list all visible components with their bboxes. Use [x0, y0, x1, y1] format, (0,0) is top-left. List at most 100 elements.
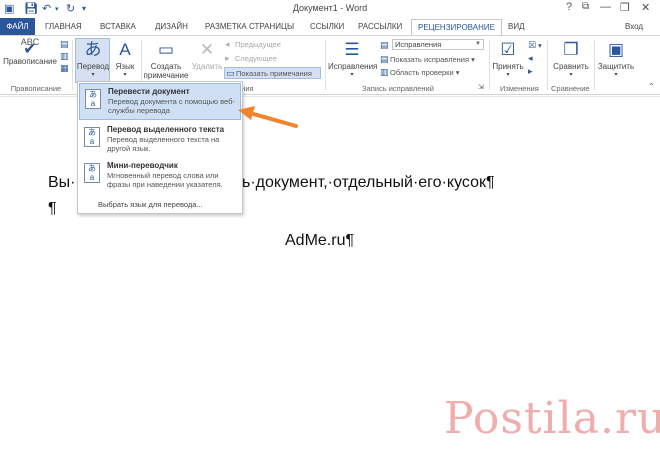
protect-button[interactable]: ▣ Защитить ▾: [596, 40, 636, 80]
compare-icon: ❐: [563, 40, 579, 59]
compare-dropdown-icon: ▾: [569, 72, 573, 78]
new-comment-label-1: Создать: [150, 62, 182, 71]
translate-dropdown-menu: あa Перевести документ Перевод документа …: [77, 81, 243, 214]
language-dropdown-icon: ▾: [123, 72, 127, 78]
protect-dropdown-icon: ▾: [614, 72, 618, 78]
tab-design[interactable]: ДИЗАЙН: [155, 19, 188, 35]
delete-comment-button[interactable]: ✕ Удалить: [191, 40, 223, 71]
menu-item-choose-language[interactable]: Выбрать язык для перевода...: [98, 200, 203, 209]
document-line-3: AdMe.ru¶: [285, 232, 355, 249]
reject-icon: ☒: [528, 40, 537, 50]
spelling-label: Правописание: [3, 57, 57, 66]
title-bar: ▣ 💾︎ ↶ ▾ ↻ ▾ Документ1 - Word ? ⧉ — ❐ ✕: [0, 0, 660, 18]
tab-file[interactable]: ФАЙЛ: [0, 18, 35, 35]
show-comments-button[interactable]: ▭Показать примечания: [226, 68, 312, 79]
group-separator: [489, 40, 490, 90]
reject-button[interactable]: ☒ ▾: [528, 40, 542, 51]
define-icon[interactable]: ▤: [60, 39, 70, 50]
compare-button[interactable]: ❐ Сравнить ▾: [550, 40, 592, 80]
show-markup-icon: ▤: [380, 54, 389, 64]
sign-in-link[interactable]: Вход: [625, 19, 643, 35]
next-comment-button[interactable]: ▸ Следующее: [225, 53, 277, 64]
menu-item-title: Перевод выделенного текста: [107, 125, 225, 134]
track-changes-dropdown-icon: ▾: [350, 72, 354, 78]
menu-item-translate-document[interactable]: あa Перевести документ Перевод документа …: [79, 83, 241, 120]
group-separator: [325, 40, 326, 90]
accept-dropdown-icon: ▾: [506, 72, 510, 78]
window-title: Документ1 - Word: [292, 3, 368, 13]
reviewing-pane-button[interactable]: ▥Область проверки ▾: [380, 67, 460, 78]
language-button[interactable]: A Язык ▾: [112, 40, 138, 80]
new-comment-button[interactable]: ▭ Создать примечание: [143, 40, 189, 80]
group-label-changes: Изменения: [500, 84, 539, 93]
previous-comment-button[interactable]: ◂ Предыдущее: [225, 39, 281, 50]
menu-item-title: Мини-переводчик: [107, 161, 178, 170]
tab-mailings[interactable]: РАССЫЛКИ: [358, 19, 402, 35]
annotation-arrow-icon: [238, 106, 298, 128]
previous-change-icon: ◂: [528, 53, 533, 63]
next-icon: ▸: [225, 53, 230, 63]
group-separator: [72, 40, 73, 90]
track-changes-button[interactable]: ☰ Исправления ▾: [328, 40, 378, 80]
postila-watermark: Postila.ru: [444, 393, 660, 444]
translate-document-icon: あa: [85, 89, 101, 109]
group-separator: [547, 40, 548, 90]
document-line-2: ¶: [48, 200, 57, 217]
menu-item-mini-translator[interactable]: あa Мини-переводчик Мгновенный перевод сл…: [79, 158, 241, 195]
accept-button[interactable]: ☑ Принять ▾: [491, 40, 525, 80]
tab-references[interactable]: ССЫЛКИ: [310, 19, 344, 35]
document-line-1-suffix: ь·документ,·отдельный·его·кусок¶: [242, 174, 495, 191]
tab-review[interactable]: РЕЦЕНЗИРОВАНИЕ: [411, 19, 502, 36]
protect-label: Защитить: [597, 62, 635, 71]
tab-insert[interactable]: ВСТАВКА: [100, 19, 136, 35]
delete-comment-icon: ✕: [199, 40, 215, 59]
new-comment-label-2: примечание: [143, 71, 189, 80]
language-icon: A: [119, 40, 131, 59]
translate-dropdown-icon: ▾: [91, 72, 95, 78]
translate-icon: あ: [84, 40, 102, 59]
group-separator: [594, 40, 595, 90]
close-button[interactable]: ✕: [641, 1, 650, 14]
menu-item-description: Перевод документа с помощью веб-службы п…: [108, 97, 235, 115]
display-for-review-select[interactable]: Исправления ▼: [392, 39, 484, 50]
menu-item-title: Перевести документ: [108, 87, 190, 96]
collapse-ribbon-icon[interactable]: ⌃: [648, 82, 655, 92]
next-change-button[interactable]: ▸: [528, 66, 538, 77]
next-change-icon: ▸: [528, 66, 533, 76]
tab-view[interactable]: ВИД: [508, 19, 525, 35]
show-comments-icon: ▭: [226, 68, 235, 78]
translate-button[interactable]: あ Перевод ▾: [76, 40, 110, 80]
show-markup-button[interactable]: ▤Показать исправления ▾: [380, 54, 475, 65]
ribbon-tabs: ФАЙЛ ГЛАВНАЯ ВСТАВКА ДИЗАЙН РАЗМЕТКА СТР…: [0, 18, 660, 36]
spelling-button[interactable]: ABC ✔ Правописание: [2, 37, 58, 67]
menu-item-description: Мгновенный перевод слова или фразы при н…: [107, 171, 223, 189]
new-comment-icon: ▭: [157, 40, 175, 59]
accept-label: Принять: [492, 62, 524, 71]
chevron-down-icon: ▼: [475, 41, 481, 47]
tab-home[interactable]: ГЛАВНАЯ: [45, 19, 82, 35]
translate-selection-icon: あa: [84, 127, 100, 147]
document-line-1-prefix: Вы·: [48, 174, 76, 191]
language-label: Язык: [115, 62, 135, 71]
previous-icon: ◂: [225, 39, 230, 49]
menu-item-translate-selection[interactable]: あa Перевод выделенного текста Перевод вы…: [79, 122, 241, 159]
help-button[interactable]: ?: [566, 1, 572, 13]
compare-label: Сравнить: [553, 62, 589, 71]
mini-translator-icon: あa: [84, 163, 100, 183]
thesaurus-icon[interactable]: ▥: [60, 51, 70, 62]
reviewing-pane-icon: ▥: [380, 67, 389, 77]
delete-comment-label: Удалить: [191, 62, 223, 71]
spelling-check-icon: ABC ✔: [20, 37, 40, 58]
tracking-options-launcher-icon[interactable]: ⇲: [478, 83, 484, 93]
restore-button[interactable]: ❐: [620, 1, 630, 14]
translate-label: Перевод: [76, 62, 110, 71]
display-for-review-value: Исправления: [395, 40, 442, 49]
minimize-button[interactable]: —: [600, 1, 611, 13]
menu-item-description: Перевод выделенного текста на другой язы…: [107, 135, 220, 153]
previous-change-button[interactable]: ◂: [528, 53, 538, 64]
ribbon-display-options-icon[interactable]: ⧉: [582, 1, 589, 12]
word-count-icon[interactable]: ▦: [60, 63, 70, 74]
track-changes-label: Исправления: [328, 62, 378, 71]
tab-page-layout[interactable]: РАЗМЕТКА СТРАНИЦЫ: [205, 19, 294, 35]
track-changes-icon: ☰: [344, 40, 360, 59]
